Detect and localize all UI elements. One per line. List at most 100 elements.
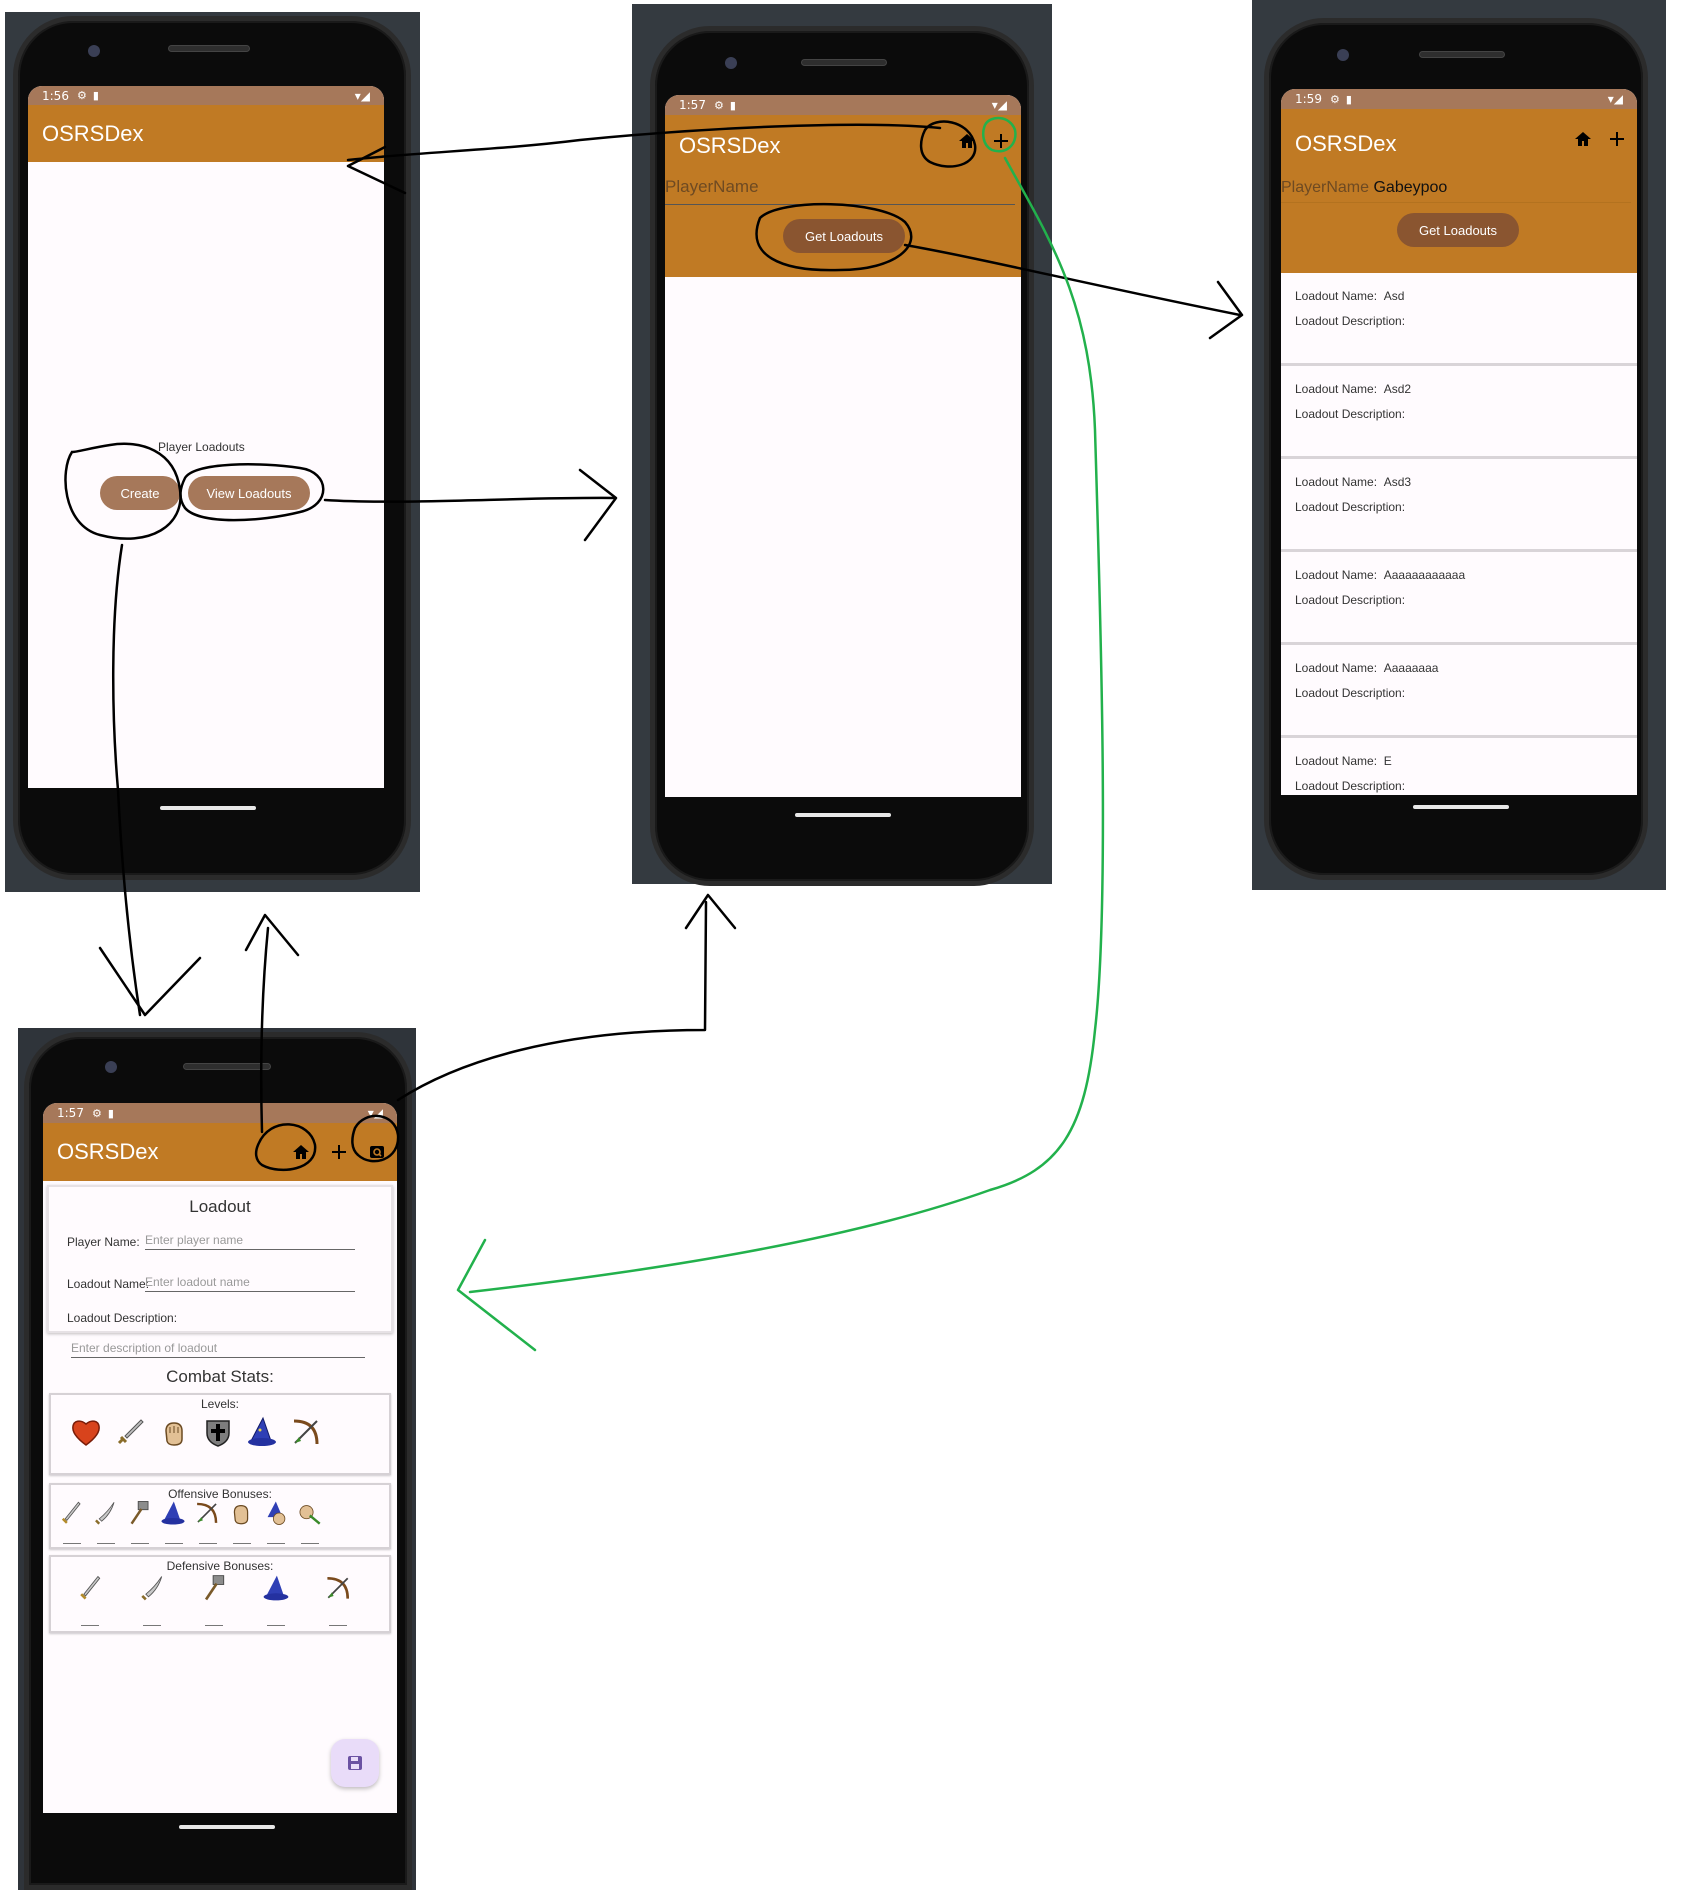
player-loadouts-label: Player Loadouts xyxy=(158,440,245,454)
loadout-card-title: Loadout xyxy=(189,1197,251,1216)
loadout-list-item[interactable]: Loadout Name: Aaaaaaaa Loadout Descripti… xyxy=(1281,645,1637,738)
loadout-description-label: Loadout Description: xyxy=(1295,779,1406,793)
search-icon[interactable] xyxy=(367,1142,387,1162)
get-loadouts-button[interactable]: Get Loadouts xyxy=(1397,213,1519,247)
speaker xyxy=(183,1063,271,1070)
app-title: OSRSDex xyxy=(1295,131,1397,156)
home-icon[interactable] xyxy=(1573,129,1593,149)
attack-icon xyxy=(113,1415,147,1449)
create-button[interactable]: Create xyxy=(100,476,180,510)
app-bar: OSRSDex PlayerName Get Loadouts xyxy=(665,115,1021,277)
bonus-value-field[interactable] xyxy=(205,1625,223,1626)
signal-icon: ▾◢ xyxy=(367,1106,383,1120)
speaker xyxy=(168,45,250,52)
signal-icon: ▾◢ xyxy=(354,88,370,103)
levels-label: Levels: xyxy=(200,1397,240,1411)
bonus-value-field[interactable] xyxy=(301,1543,319,1544)
app-screen: 1:57 ⚙ ▮ ▾◢ OSRSDex PlayerName Get Loado… xyxy=(665,95,1021,797)
phone-frame: 1:57 ⚙ ▮ ▾◢ OSRSDex PlayerName Get Loado… xyxy=(650,26,1034,886)
loadout-name-field[interactable]: Enter loadout name xyxy=(145,1275,355,1292)
speaker xyxy=(1419,51,1505,58)
status-time: 1:59 xyxy=(1295,92,1322,106)
sd-card-icon: ▮ xyxy=(729,98,736,112)
status-time: 1:56 xyxy=(42,88,69,103)
save-icon xyxy=(346,1754,364,1772)
ranged-icon xyxy=(193,1499,221,1527)
player-name-field[interactable]: Enter player name xyxy=(145,1233,355,1250)
loadout-name-label: Loadout Name: xyxy=(1295,568,1378,582)
bonus-value-field[interactable] xyxy=(165,1543,183,1544)
loadout-list-item[interactable]: Loadout Name: Asd3 Loadout Description: xyxy=(1281,459,1637,552)
bonus-value-field[interactable] xyxy=(63,1543,81,1544)
loadout-description-field[interactable]: Enter description of loadout xyxy=(71,1341,365,1358)
sd-card-icon: ▮ xyxy=(107,1106,114,1120)
loadout-name-value: Aaaaaaaa xyxy=(1383,661,1439,675)
ranged-icon xyxy=(289,1415,323,1449)
bonus-value-field[interactable] xyxy=(81,1625,99,1626)
status-bar: 1:56 ⚙ ▮ ▾◢ xyxy=(28,86,384,105)
player-name-placeholder: PlayerName xyxy=(665,177,759,196)
defence-icon xyxy=(201,1415,235,1449)
add-icon[interactable] xyxy=(329,1142,349,1162)
magic-strength-icon xyxy=(261,1499,289,1527)
player-name-label: PlayerName xyxy=(1281,179,1370,196)
app-title: OSRSDex xyxy=(679,133,781,158)
loadout-name-label: Loadout Name: xyxy=(1295,382,1378,396)
loadout-list-item[interactable]: Loadout Name: E Loadout Description: xyxy=(1281,738,1637,795)
player-name-input[interactable]: PlayerName Gabeypoo xyxy=(1281,179,1631,203)
loadout-list-item[interactable]: Loadout Name: Aaaaaaaaaaaa Loadout Descr… xyxy=(1281,552,1637,645)
camera xyxy=(725,57,737,69)
home-icon[interactable] xyxy=(957,131,977,151)
loadout-name-label: Loadout Name: xyxy=(1295,754,1378,768)
loadout-name-value: Asd2 xyxy=(1383,382,1412,396)
loadout-description-label: Loadout Description: xyxy=(1295,593,1406,607)
get-loadouts-button[interactable]: Get Loadouts xyxy=(783,219,905,253)
status-bar: 1:57 ⚙ ▮ ▾◢ xyxy=(665,95,1021,115)
app-bar: OSRSDex xyxy=(28,105,384,162)
gesture-bar xyxy=(179,1825,275,1829)
defensive-bonuses-box: Defensive Bonuses: xyxy=(49,1555,391,1633)
crush-icon xyxy=(199,1573,229,1603)
bonus-value-field[interactable] xyxy=(233,1543,251,1544)
ranged-strength-icon xyxy=(295,1499,323,1527)
offensive-bonuses-box: Offensive Bonuses: xyxy=(49,1483,391,1549)
player-name-input[interactable]: PlayerName xyxy=(665,177,1015,205)
loadout-name-label: Loadout Name: xyxy=(67,1277,150,1291)
bonus-value-field[interactable] xyxy=(131,1543,149,1544)
settings-status-icon: ⚙ xyxy=(713,98,724,112)
loadout-list-item[interactable]: Loadout Name: Asd2 Loadout Description: xyxy=(1281,366,1637,459)
stab-icon xyxy=(75,1573,105,1603)
save-fab[interactable] xyxy=(331,1739,379,1787)
bonus-value-field[interactable] xyxy=(199,1543,217,1544)
view-loadouts-button[interactable]: View Loadouts xyxy=(188,476,310,510)
signal-icon: ▾◢ xyxy=(991,98,1007,112)
status-bar: 1:57 ⚙ ▮ ▾◢ xyxy=(43,1103,397,1123)
home-icon[interactable] xyxy=(291,1142,311,1162)
bonus-value-field[interactable] xyxy=(267,1543,285,1544)
bonus-value-field[interactable] xyxy=(267,1625,285,1626)
app-screen: 1:56 ⚙ ▮ ▾◢ OSRSDex Player Loadouts Crea… xyxy=(28,86,384,788)
phone-frame: 1:57 ⚙ ▮ ▾◢ OSRSDex Loadout Player Name:… xyxy=(24,1032,412,1890)
add-icon[interactable] xyxy=(991,131,1011,151)
gesture-bar xyxy=(1413,805,1509,809)
settings-status-icon: ⚙ xyxy=(91,1106,102,1120)
status-time: 1:57 xyxy=(57,1106,84,1120)
defensive-bonuses-label: Defensive Bonuses: xyxy=(166,1559,274,1573)
screenshot-create: 1:57 ⚙ ▮ ▾◢ OSRSDex Loadout Player Name:… xyxy=(18,1028,416,1890)
sd-card-icon: ▮ xyxy=(1345,92,1352,106)
bonus-value-field[interactable] xyxy=(97,1543,115,1544)
add-icon[interactable] xyxy=(1607,129,1627,149)
annotation-arrow xyxy=(456,1238,537,1352)
stab-icon xyxy=(57,1499,85,1527)
bonus-value-field[interactable] xyxy=(143,1625,161,1626)
combat-stats-title: Combat Stats: xyxy=(166,1367,274,1386)
loadout-name-value: Aaaaaaaaaaaa xyxy=(1383,568,1466,582)
bonus-value-field[interactable] xyxy=(329,1625,347,1626)
app-bar-actions xyxy=(1573,129,1627,149)
loadout-list-item[interactable]: Loadout Name: Asd Loadout Description: xyxy=(1281,273,1637,366)
phone-frame: 1:59 ⚙ ▮ ▾◢ OSRSDex PlayerName Gabeypoo … xyxy=(1264,18,1648,880)
ranged-icon xyxy=(323,1573,353,1603)
screenshot-results: 1:59 ⚙ ▮ ▾◢ OSRSDex PlayerName Gabeypoo … xyxy=(1252,0,1666,890)
gesture-bar xyxy=(795,813,891,817)
loadout-name-label: Loadout Name: xyxy=(1295,661,1378,675)
